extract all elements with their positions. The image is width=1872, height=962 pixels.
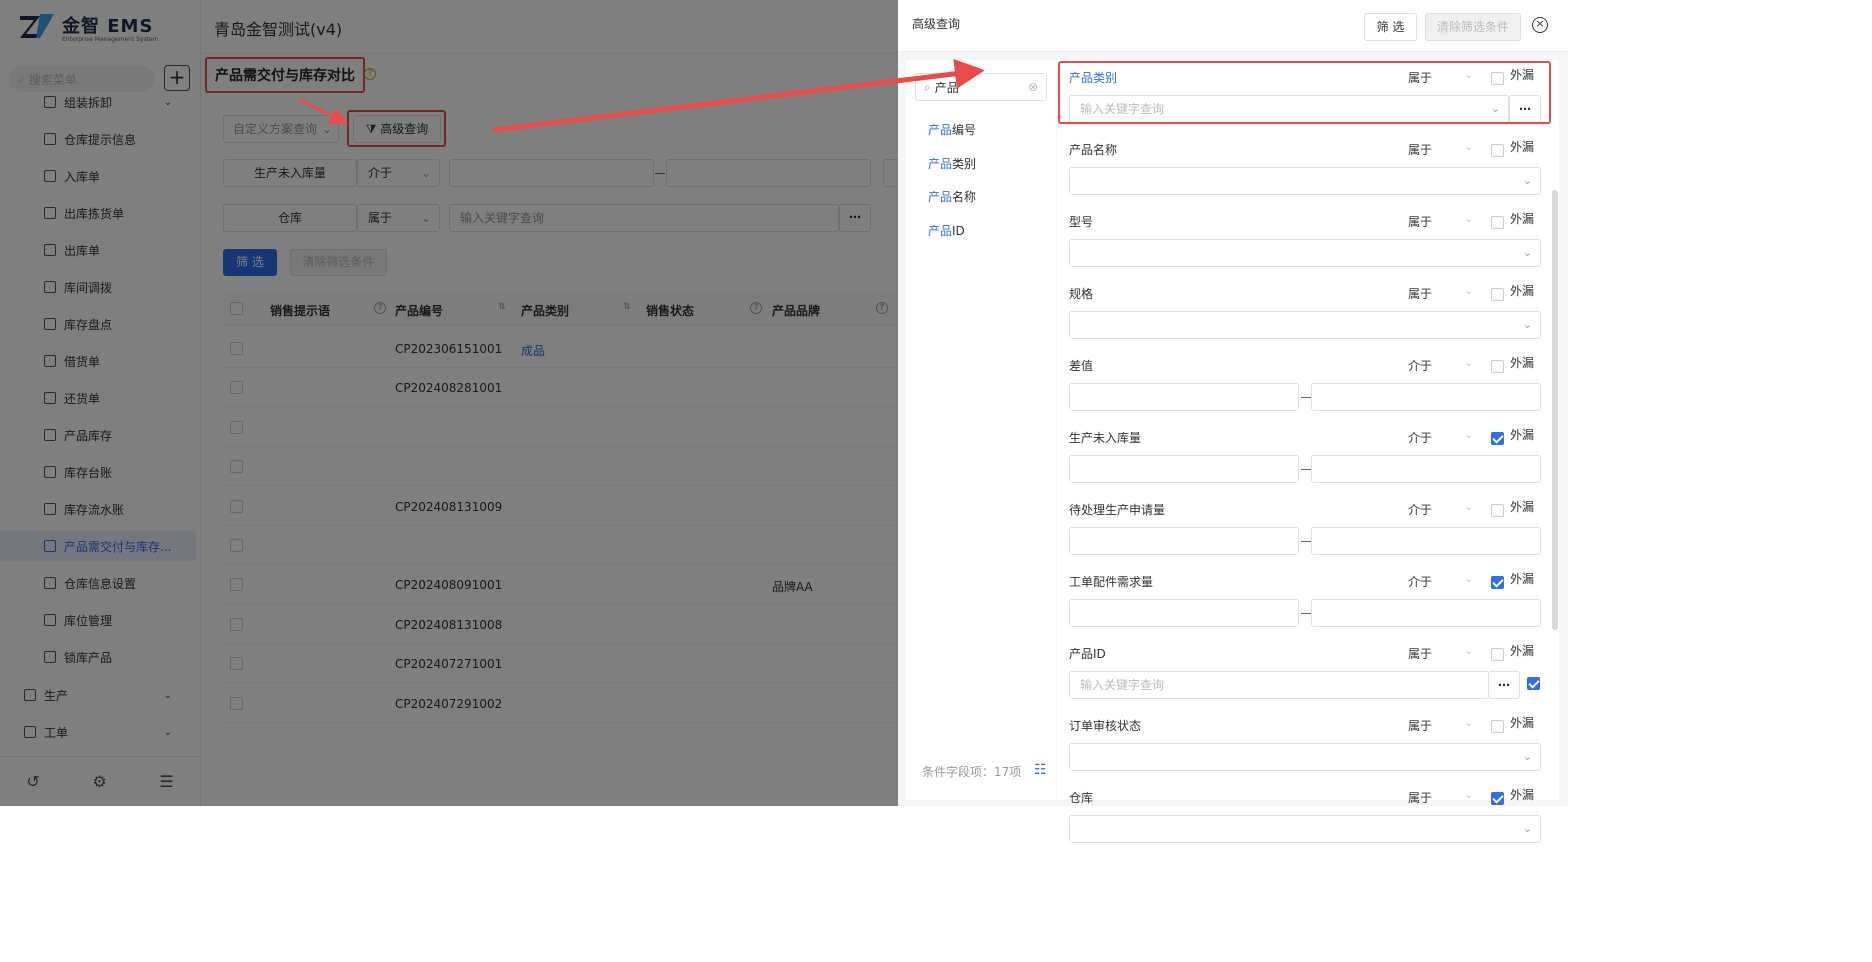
arrow-to-adv-query [299, 98, 349, 125]
arrow-to-condition [492, 58, 985, 133]
annotation-arrows [299, 58, 985, 133]
dropdown-select[interactable]: ⌄ [1069, 815, 1541, 843]
chevron-down-icon: ⌄ [1522, 822, 1532, 835]
